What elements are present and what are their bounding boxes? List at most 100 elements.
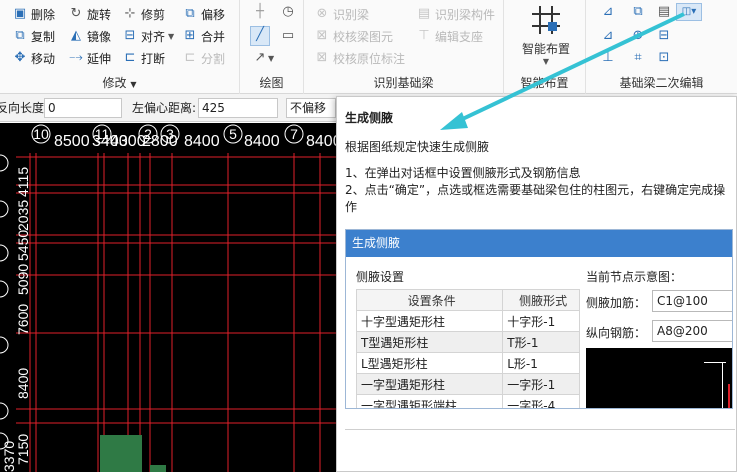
table-row[interactable]: 十字型遇矩形柱 十字形-1 <box>355 310 580 332</box>
offset-button[interactable]: ⧉ 偏移 <box>182 4 225 24</box>
identify-member-icon: ▤ <box>417 6 431 21</box>
ribbon: ▣ 删除 ↻ 旋转 ⊹ 修剪 ⧉ 偏移 ⧉ 复制 ◭ 镜像 ⊟ 对齐 ▼ ⊞ 合… <box>0 0 737 94</box>
axis-label-top: 10 <box>33 126 49 142</box>
dim-left: 2035 <box>15 200 31 231</box>
dim-left: 5090 <box>15 264 31 295</box>
break-button[interactable]: ⊏ 打断 <box>122 48 165 68</box>
arc-icon[interactable]: ↗ <box>252 50 268 66</box>
split-icon: ⊏ <box>184 50 196 65</box>
node-preview <box>586 348 732 408</box>
smart-layout-button[interactable]: 智能布置 ▼ <box>516 4 576 66</box>
extend-button[interactable]: ⤍ 延伸 <box>68 48 111 68</box>
break-icon: ⊏ <box>124 50 136 65</box>
generate-haunch-icon[interactable]: ◫▾ <box>676 3 702 21</box>
dim-top: 8400 <box>244 133 280 150</box>
copy-button[interactable]: ⧉ 复制 <box>12 26 55 46</box>
haunch-settings-table: 设置条件 侧腋形式 十字型遇矩形柱 十字形-1 T型遇矩形柱 T形-1 L型遇矩… <box>355 289 580 408</box>
identify-group: ⊗ 识别梁 ▤ 识别梁构件 ⊠ 校核梁图元 ⊤ 编辑支座 ⊠ 校核原位标注 识别… <box>304 0 504 94</box>
offset-icon: ⧉ <box>185 6 195 21</box>
length-label: 反向长度: <box>0 101 49 115</box>
dialog-title: 生成侧腋 <box>346 230 732 257</box>
second-edit-group: ⊿ ⧉ ▤ ◫▾ ⊿ ⊕ ⊟ ⊥ ⌗ ⊡ 基础梁二次编辑 <box>586 0 737 94</box>
line-icon[interactable]: ╱ <box>250 26 270 46</box>
beam-tool3-icon[interactable]: ⊟ <box>656 28 672 44</box>
beam-edit-icon[interactable]: ⊿ <box>600 4 616 20</box>
length-input[interactable]: 0 <box>44 98 122 118</box>
beam-copy-icon[interactable]: ⧉ <box>630 4 646 20</box>
beam-tool-icon[interactable]: ⊿ <box>600 28 616 44</box>
dialog-section-label: 侧腋设置 <box>356 270 405 284</box>
dim-left: 7150 <box>15 434 31 465</box>
beam-tool6-icon[interactable]: ⊡ <box>656 50 672 66</box>
table-row[interactable]: L型遇矩形柱 L形-1 <box>355 352 580 374</box>
chevron-down-icon: ▼ <box>542 57 550 66</box>
axis-label-top: 7 <box>290 126 298 142</box>
mirror-button[interactable]: ◭ 镜像 <box>68 26 111 46</box>
rectangle-icon[interactable]: ▭ <box>280 28 296 44</box>
tooltip-panel: 生成侧腋 根据图纸规定快速生成侧腋 1、在弹出对话框中设置侧腋形式及钢筋信息 2… <box>336 96 737 472</box>
tooltip-description: 根据图纸规定快速生成侧腋 <box>345 140 490 154</box>
smart-layout-group-label: 智能布置 <box>520 76 569 90</box>
check-icon: ⊠ <box>316 28 328 43</box>
delete-button[interactable]: ▣ 删除 <box>12 4 55 24</box>
dim-top: 8500 <box>54 133 90 150</box>
dim-top: 8400 <box>184 133 220 150</box>
identify-beam-member-button[interactable]: ▤ 识别梁构件 <box>416 4 495 24</box>
dim-left: 7600 <box>15 304 31 335</box>
cad-drawing: 10 11 2 3 5 7 8500 3400 4300 2800 8400 8… <box>0 124 336 472</box>
beam-tool4-icon[interactable]: ⊥ <box>600 50 616 66</box>
dialog-preview-label: 当前节点示意图： <box>586 270 683 284</box>
tooltip-title: 生成侧腋 <box>345 111 394 125</box>
dim-left: 4115 <box>15 167 31 197</box>
draw-group-label: 绘图 <box>259 76 284 90</box>
column-element <box>100 435 142 472</box>
axis-label-top: 5 <box>229 126 237 142</box>
mirror-icon: ◭ <box>71 28 81 43</box>
long-rebar-input[interactable]: A8@200 <box>652 320 732 342</box>
rebar-label: 侧腋加筋： <box>586 296 647 310</box>
align-button[interactable]: ⊟ 对齐 ▼ <box>122 26 175 46</box>
dim-top: 4300 <box>110 133 146 150</box>
chevron-down-icon[interactable]: ▼ <box>268 54 274 63</box>
check-original-label-button[interactable]: ⊠ 校核原位标注 <box>314 48 405 68</box>
haunch-dialog-preview: 生成侧腋 侧腋设置 当前节点示意图： 设置条件 侧腋形式 十字型遇矩形柱 十字形… <box>345 229 733 409</box>
rotate-button[interactable]: ↻ 旋转 <box>68 4 111 24</box>
rotate-icon: ↻ <box>70 6 82 21</box>
edit-support-button[interactable]: ⊤ 编辑支座 <box>416 26 483 46</box>
identify-beam-icon: ⊗ <box>316 6 328 21</box>
grid-layout-icon <box>532 6 560 34</box>
column-element <box>150 465 166 472</box>
table-header: 侧腋形式 <box>502 289 580 311</box>
left-offset-label: 左偏心距离: <box>132 101 197 115</box>
trim-icon: ⊹ <box>124 6 136 21</box>
tooltip-step-2: 2、点击“确定”，点选或框选需要基础梁包住的柱图元，右键确定完成操作 <box>345 183 726 214</box>
align-icon: ⊟ <box>124 28 136 43</box>
point-icon[interactable]: ┼ <box>252 4 268 20</box>
identify-beam-button[interactable]: ⊗ 识别梁 <box>314 4 369 24</box>
copy-icon: ⧉ <box>15 28 25 43</box>
modify-group-label[interactable]: 修改 ▼ <box>0 74 239 91</box>
rebar-input[interactable]: C1@100 <box>652 290 732 312</box>
second-edit-group-label: 基础梁二次编辑 <box>619 76 704 90</box>
extend-icon: ⤍ <box>69 50 83 65</box>
clock-icon[interactable]: ◷ <box>280 4 296 20</box>
split-button[interactable]: ⊏ 分割 <box>182 48 225 68</box>
support-icon: ⊤ <box>418 28 430 43</box>
smart-layout-group: 智能布置 ▼ 智能布置 <box>504 0 586 94</box>
trim-button[interactable]: ⊹ 修剪 <box>122 4 165 24</box>
beam-list-icon[interactable]: ▤ <box>656 4 672 20</box>
table-row[interactable]: 一字型遇矩形柱 一字形-1 <box>355 373 580 395</box>
left-offset-input[interactable]: 425 <box>198 98 278 118</box>
beam-tool5-icon[interactable]: ⌗ <box>630 50 646 66</box>
dim-left: 8400 <box>15 368 31 399</box>
check-beam-diagram-button[interactable]: ⊠ 校核梁图元 <box>314 26 393 46</box>
beam-tool2-icon[interactable]: ⊕ <box>630 28 646 44</box>
table-row[interactable]: 一字型遇矩形端柱 一字形-4 <box>355 394 580 408</box>
cad-canvas[interactable]: 10 11 2 3 5 7 8500 3400 4300 2800 8400 8… <box>0 123 336 472</box>
merge-button[interactable]: ⊞ 合并 <box>182 26 225 46</box>
offset-mode-select[interactable]: 不偏移 <box>286 98 336 118</box>
move-icon: ✥ <box>14 50 26 65</box>
table-row[interactable]: T型遇矩形柱 T形-1 <box>355 331 580 353</box>
move-button[interactable]: ✥ 移动 <box>12 48 55 68</box>
dim-left: 5450 <box>15 230 31 261</box>
